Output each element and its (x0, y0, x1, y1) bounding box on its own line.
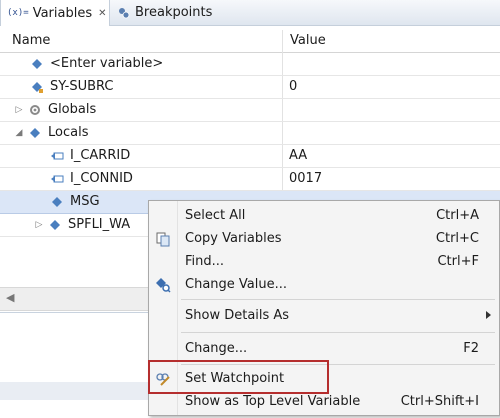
copy-icon (156, 232, 170, 247)
variable-value: 0017 (289, 171, 323, 186)
scroll-left-icon[interactable]: ◀ (6, 291, 14, 304)
menu-item-shortcut: F2 (463, 341, 479, 356)
variable-name: MSG (70, 194, 100, 209)
column-header-name[interactable]: Name (12, 30, 50, 52)
view-bottom-border (0, 312, 150, 313)
table-row-i-connid[interactable]: I_CONNID 0017 (0, 168, 500, 191)
variable-diamond-icon (30, 57, 44, 71)
variable-value: 0 (289, 79, 298, 94)
breakpoints-icon (119, 7, 130, 18)
structure-icon (48, 218, 62, 232)
menu-item-copy-variables[interactable]: Copy Variables Ctrl+C (149, 227, 499, 250)
menu-item-label: Change... (185, 341, 248, 356)
menu-item-label: Show Details As (185, 308, 290, 323)
submenu-arrow-icon (486, 311, 491, 319)
menu-item-shortcut: Ctrl+F (437, 254, 479, 269)
menu-item-change[interactable]: Change... F2 (149, 337, 499, 360)
import-parameter-icon (50, 172, 64, 186)
variable-name: SPFLI_WA (68, 217, 131, 232)
system-variable-icon (30, 80, 44, 94)
menu-item-shortcut: Ctrl+C (435, 231, 479, 246)
tab-breakpoints-label: Breakpoints (135, 5, 213, 20)
variable-name: SY-SUBRC (50, 79, 114, 94)
menu-item-label: Select All (185, 208, 246, 223)
expand-arrow-icon[interactable]: ▷ (34, 220, 44, 230)
table-row-enter-variable[interactable]: <Enter variable> (0, 53, 500, 76)
variables-icon: (x)= (7, 8, 29, 18)
tab-breakpoints[interactable]: Breakpoints (112, 0, 218, 25)
watchpoint-highlight-box (148, 360, 329, 394)
change-value-icon (156, 278, 171, 293)
collapse-arrow-icon[interactable]: ◢ (14, 128, 24, 138)
expand-arrow-icon[interactable]: ▷ (14, 105, 24, 115)
horizontal-scrollbar[interactable]: ◀ (0, 287, 150, 311)
menu-item-label: Change Value... (185, 277, 288, 292)
menu-separator (181, 332, 495, 333)
variable-name: Globals (48, 102, 97, 117)
menu-separator (181, 299, 495, 300)
status-band (0, 382, 150, 400)
variable-name: Locals (48, 125, 89, 140)
menu-item-change-value[interactable]: Change Value... (149, 273, 499, 296)
column-header-value[interactable]: Value (290, 30, 326, 52)
variable-value: AA (289, 148, 308, 163)
menu-item-select-all[interactable]: Select All Ctrl+A (149, 204, 499, 227)
table-row-i-carrid[interactable]: I_CARRID AA (0, 145, 500, 168)
variables-table-header: Name Value (0, 30, 500, 53)
tab-variables-label: Variables (32, 5, 93, 21)
tab-variables[interactable]: (x)= Variables ✕ (0, 0, 110, 26)
variable-name: I_CONNID (70, 171, 133, 186)
menu-item-shortcut: Ctrl+A (436, 208, 479, 223)
variable-diamond-icon (50, 195, 64, 209)
menu-item-label: Copy Variables (185, 231, 282, 246)
view-tab-bar: (x)= Variables ✕ Breakpoints (0, 0, 500, 26)
menu-item-find[interactable]: Find... Ctrl+F (149, 250, 499, 273)
table-row-globals[interactable]: ▷ Globals (0, 99, 500, 122)
table-row-locals[interactable]: ◢ Locals (0, 122, 500, 145)
close-icon[interactable]: ✕ (98, 8, 106, 19)
globals-icon (28, 103, 42, 117)
table-row-sy-subrc[interactable]: SY-SUBRC 0 (0, 76, 500, 99)
menu-item-show-details-as[interactable]: Show Details As (149, 304, 499, 327)
variable-name: I_CARRID (70, 148, 131, 163)
locals-icon (28, 126, 42, 140)
import-parameter-icon (50, 149, 64, 163)
menu-item-shortcut: Ctrl+Shift+I (400, 394, 479, 409)
variable-name: <Enter variable> (50, 56, 164, 71)
menu-item-label: Find... (185, 254, 225, 269)
